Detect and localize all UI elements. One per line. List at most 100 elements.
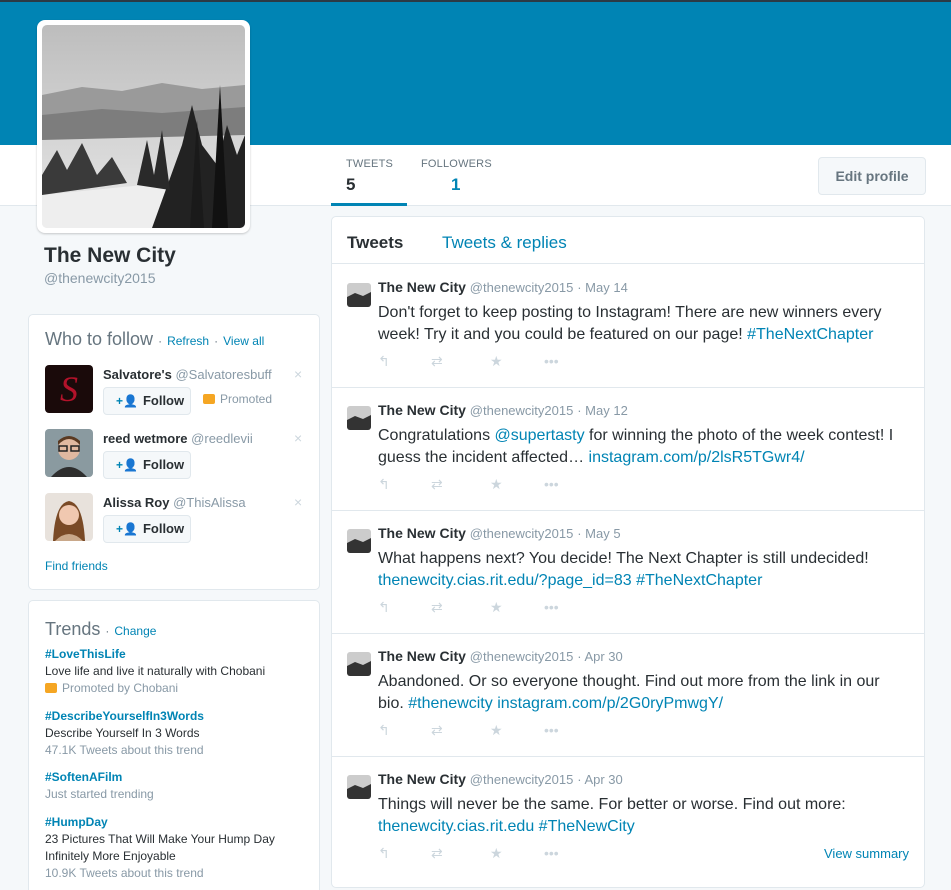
- tweet-avatar[interactable]: [347, 283, 371, 307]
- profile-avatar[interactable]: [37, 20, 250, 233]
- dismiss-icon[interactable]: ×: [294, 494, 302, 510]
- suggestion-handle: @ThisAlissa: [173, 495, 246, 510]
- tweet-handle[interactable]: @thenewcity2015: [470, 526, 574, 541]
- trend-item[interactable]: #LoveThisLife Love life and live it natu…: [45, 646, 265, 697]
- url-link[interactable]: instagram.com/p/2G0ryPmwgY/: [497, 695, 723, 712]
- more-icon[interactable]: •••: [544, 845, 559, 861]
- favorite-icon[interactable]: ★: [490, 353, 503, 370]
- refresh-link[interactable]: Refresh: [167, 334, 209, 348]
- url-link[interactable]: thenewcity.cias.rit.edu: [378, 818, 534, 835]
- reply-icon[interactable]: ↰: [378, 722, 390, 739]
- tweet-author[interactable]: The New City: [378, 402, 466, 418]
- timeline-card: Tweets Tweets & replies The New City @th…: [331, 216, 925, 888]
- tweet-date[interactable]: · May 14: [577, 280, 628, 295]
- hashtag-link[interactable]: #TheNextChapter: [636, 572, 762, 589]
- tweet-avatar[interactable]: [347, 529, 371, 553]
- url-link[interactable]: thenewcity.cias.rit.edu/?page_id=83: [378, 572, 632, 589]
- follow-label: Follow: [142, 393, 185, 408]
- hashtag-link[interactable]: #TheNewCity: [539, 818, 635, 835]
- tweet[interactable]: The New City @thenewcity2015 · May 14 Do…: [332, 265, 924, 388]
- tweet-author[interactable]: The New City: [378, 525, 466, 541]
- trends-card: Trends · Change #LoveThisLife Love life …: [28, 600, 320, 890]
- favorite-icon[interactable]: ★: [490, 476, 503, 493]
- tweet-text: Congratulations @supertasty for winning …: [378, 425, 908, 469]
- dismiss-icon[interactable]: ×: [294, 366, 302, 382]
- tweet-line: Abandoned. Or so everyone thought. Find …: [378, 673, 880, 690]
- followers-stat[interactable]: FOLLOWERS 1: [421, 158, 492, 195]
- retweet-icon[interactable]: ⇄: [431, 599, 443, 616]
- tweet-handle[interactable]: @thenewcity2015: [470, 649, 574, 664]
- tweet-date[interactable]: · May 12: [577, 403, 628, 418]
- trend-item[interactable]: #DescribeYourselfIn3Words Describe Yours…: [45, 708, 204, 759]
- mention-link[interactable]: @supertasty: [495, 427, 585, 444]
- tweet-handle[interactable]: @thenewcity2015: [470, 280, 574, 295]
- tweet-avatar[interactable]: [347, 775, 371, 799]
- hashtag-link[interactable]: #TheNextChapter: [747, 326, 873, 343]
- tweet-handle[interactable]: @thenewcity2015: [470, 772, 574, 787]
- tweet[interactable]: The New City @thenewcity2015 · Apr 30 Th…: [332, 757, 924, 880]
- tweet-author[interactable]: The New City: [378, 771, 466, 787]
- tweet-date[interactable]: · Apr 30: [577, 649, 623, 664]
- reply-icon[interactable]: ↰: [378, 599, 390, 616]
- trend-item[interactable]: #SoftenAFilm Just started trending: [45, 769, 154, 803]
- more-icon[interactable]: •••: [544, 353, 559, 369]
- favorite-icon[interactable]: ★: [490, 845, 503, 862]
- tweet-author[interactable]: The New City: [378, 279, 466, 295]
- dismiss-icon[interactable]: ×: [294, 430, 302, 446]
- reply-icon[interactable]: ↰: [378, 476, 390, 493]
- followers-stat-label: FOLLOWERS: [421, 158, 492, 170]
- change-link[interactable]: Change: [114, 624, 156, 638]
- favorite-icon[interactable]: ★: [490, 599, 503, 616]
- trend-name: #LoveThisLife: [45, 647, 126, 661]
- suggestion-name[interactable]: reed wetmore @reedlevii: [103, 431, 253, 446]
- reply-icon[interactable]: ↰: [378, 353, 390, 370]
- tweet-date[interactable]: · Apr 30: [577, 772, 623, 787]
- tweet-avatar[interactable]: [347, 652, 371, 676]
- view-summary-link[interactable]: View summary: [824, 846, 909, 861]
- tweet[interactable]: The New City @thenewcity2015 · May 12 Co…: [332, 388, 924, 511]
- reply-icon[interactable]: ↰: [378, 845, 390, 862]
- retweet-icon[interactable]: ⇄: [431, 722, 443, 739]
- url-link[interactable]: instagram.com/p/2lsR5TGwr4/: [589, 449, 805, 466]
- tweet-line: week! Try it and you could be featured o…: [378, 324, 908, 346]
- trend-name: #HumpDay: [45, 815, 108, 829]
- tweet-date[interactable]: · May 5: [577, 526, 620, 541]
- tweet[interactable]: The New City @thenewcity2015 · May 5 Wha…: [332, 511, 924, 634]
- trend-item[interactable]: #HumpDay 23 Pictures That Will Make Your…: [45, 814, 275, 882]
- follow-button[interactable]: +👤 Follow: [103, 515, 191, 543]
- find-friends-link[interactable]: Find friends: [45, 559, 108, 573]
- more-icon[interactable]: •••: [544, 599, 559, 615]
- tweet[interactable]: The New City @thenewcity2015 · Apr 30 Ab…: [332, 634, 924, 757]
- trends-header: Trends · Change: [45, 619, 156, 640]
- trend-description: Describe Yourself In 3 Words: [45, 726, 200, 740]
- avatar[interactable]: S: [45, 365, 93, 413]
- hashtag-link[interactable]: #thenewcity: [408, 695, 493, 712]
- favorite-icon[interactable]: ★: [490, 722, 503, 739]
- follow-icon: +👤: [116, 394, 138, 408]
- edit-profile-button[interactable]: Edit profile: [818, 157, 926, 195]
- tab-tweets[interactable]: Tweets: [347, 233, 403, 253]
- tweet-author[interactable]: The New City: [378, 648, 466, 664]
- avatar[interactable]: [45, 429, 93, 477]
- follow-button[interactable]: +👤 Follow: [103, 451, 191, 479]
- tweet-avatar[interactable]: [347, 406, 371, 430]
- suggestion-name[interactable]: Salvatore's @Salvatoresbuff: [103, 367, 272, 382]
- suggestion-name[interactable]: Alissa Roy @ThisAlissa: [103, 495, 246, 510]
- promoted-icon: [203, 394, 215, 404]
- more-icon[interactable]: •••: [544, 476, 559, 492]
- tweet-text-segment: for winning the photo of the week contes…: [584, 427, 894, 444]
- more-icon[interactable]: •••: [544, 722, 559, 738]
- retweet-icon[interactable]: ⇄: [431, 845, 443, 862]
- retweet-icon[interactable]: ⇄: [431, 353, 443, 370]
- tweets-stat[interactable]: TWEETS 5: [331, 158, 407, 206]
- view-all-link[interactable]: View all: [223, 334, 264, 348]
- follow-button[interactable]: +👤 Follow: [103, 387, 191, 415]
- tweets-stat-label: TWEETS: [346, 158, 394, 170]
- tweet-line: Congratulations @supertasty for winning …: [378, 425, 908, 447]
- follow-icon: +👤: [116, 522, 138, 536]
- suggestion-handle: @reedlevii: [191, 431, 253, 446]
- retweet-icon[interactable]: ⇄: [431, 476, 443, 493]
- avatar[interactable]: [45, 493, 93, 541]
- tab-tweets-replies[interactable]: Tweets & replies: [442, 233, 567, 253]
- tweet-handle[interactable]: @thenewcity2015: [470, 403, 574, 418]
